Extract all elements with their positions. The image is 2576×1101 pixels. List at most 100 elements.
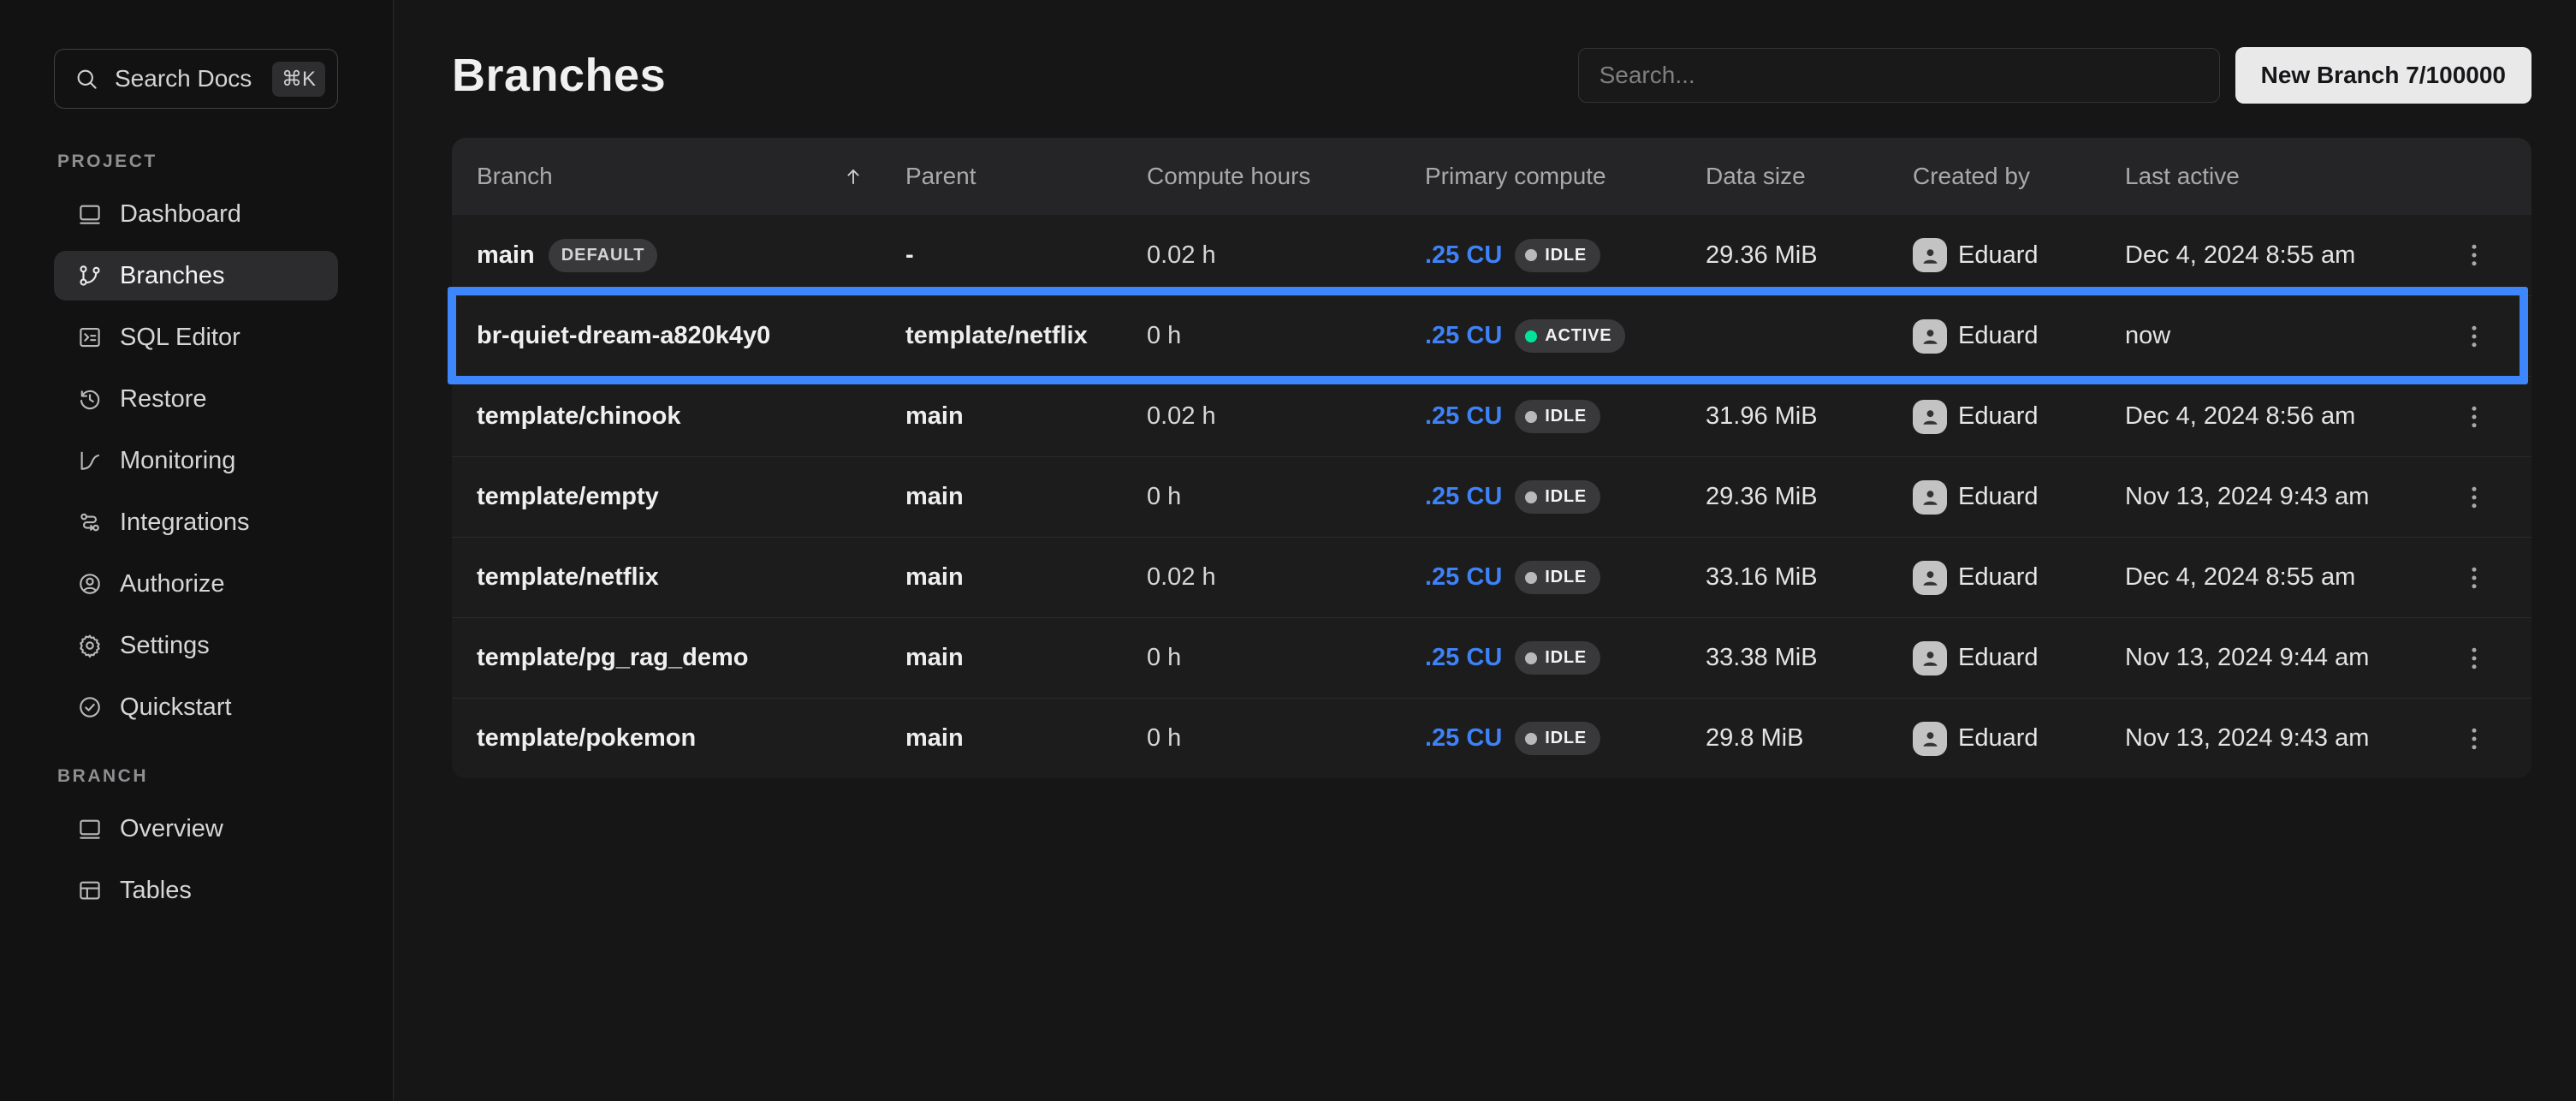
row-menu-button[interactable] — [2455, 720, 2493, 758]
created-by-name: Eduard — [1958, 241, 2039, 270]
column-header-last-active[interactable]: Last active — [2125, 163, 2416, 190]
status-label: IDLE — [1545, 246, 1587, 265]
column-header-created-by[interactable]: Created by — [1913, 163, 2125, 190]
status-badge: IDLE — [1515, 239, 1600, 272]
primary-compute-cell: .25 CU IDLE — [1425, 480, 1706, 514]
sidebar-item-integrations[interactable]: Integrations — [54, 497, 338, 547]
compute-size: .25 CU — [1425, 724, 1502, 753]
sidebar-item-label: Settings — [120, 632, 210, 660]
branch-name: main — [477, 241, 535, 270]
sidebar-item-label: Integrations — [120, 509, 250, 537]
compute-hours-cell: 0.02 h — [1147, 241, 1425, 270]
sidebar-item-label: Quickstart — [120, 693, 232, 722]
branch-name: template/pg_rag_demo — [477, 644, 748, 672]
sidebar-item-dashboard[interactable]: Dashboard — [54, 189, 338, 239]
column-header-compute-hours[interactable]: Compute hours — [1147, 163, 1425, 190]
status-badge: IDLE — [1515, 722, 1600, 755]
row-menu-button[interactable] — [2455, 398, 2493, 436]
sidebar: Search Docs ⌘K PROJECT Dashboard Branche… — [0, 0, 394, 1101]
status-badge: IDLE — [1515, 480, 1600, 514]
created-by-name: Eduard — [1958, 724, 2039, 753]
status-badge: IDLE — [1515, 400, 1600, 433]
last-active-cell: Dec 4, 2024 8:55 am — [2125, 563, 2416, 592]
branch-name: template/netflix — [477, 563, 659, 592]
compute-size: .25 CU — [1425, 483, 1502, 511]
new-branch-button[interactable]: New Branch 7/100000 — [2235, 47, 2531, 104]
created-by-cell: Eduard — [1913, 238, 2125, 272]
sidebar-item-label: Authorize — [120, 570, 225, 598]
status-badge: ACTIVE — [1515, 319, 1625, 353]
table-row[interactable]: template/pokemon main 0 h .25 CU IDLE 29… — [452, 698, 2531, 778]
avatar — [1913, 319, 1947, 354]
parent-cell: main — [905, 402, 1147, 431]
table-row[interactable]: template/netflix main 0.02 h .25 CU IDLE… — [452, 537, 2531, 617]
table-row[interactable]: main DEFAULT - 0.02 h .25 CU IDLE 29.36 … — [452, 215, 2531, 295]
data-size-cell: 29.8 MiB — [1706, 724, 1913, 753]
parent-cell: main — [905, 563, 1147, 592]
search-docs-button[interactable]: Search Docs ⌘K — [54, 49, 338, 109]
tables-icon — [77, 878, 103, 903]
data-size-cell: 29.36 MiB — [1706, 483, 1913, 511]
column-header-branch[interactable]: Branch — [477, 163, 905, 190]
status-label: IDLE — [1545, 568, 1587, 587]
column-header-data-size[interactable]: Data size — [1706, 163, 1913, 190]
sidebar-item-label: Restore — [120, 385, 207, 414]
sidebar-item-label: Overview — [120, 815, 223, 843]
parent-cell: main — [905, 644, 1147, 672]
avatar — [1913, 480, 1947, 515]
status-dot-icon — [1525, 491, 1537, 503]
status-label: ACTIVE — [1545, 326, 1611, 346]
column-header-primary-compute[interactable]: Primary compute — [1425, 163, 1706, 190]
last-active-cell: Nov 13, 2024 9:43 am — [2125, 483, 2416, 511]
compute-size: .25 CU — [1425, 322, 1502, 350]
table-row[interactable]: template/empty main 0 h .25 CU IDLE 29.3… — [452, 456, 2531, 537]
row-menu-button[interactable] — [2455, 318, 2493, 355]
sidebar-item-restore[interactable]: Restore — [54, 374, 338, 424]
sidebar-item-quickstart[interactable]: Quickstart — [54, 682, 338, 732]
sidebar-item-authorize[interactable]: Authorize — [54, 559, 338, 609]
compute-hours-cell: 0 h — [1147, 483, 1425, 511]
compute-hours-cell: 0.02 h — [1147, 563, 1425, 592]
created-by-cell: Eduard — [1913, 641, 2125, 675]
sidebar-item-label: Monitoring — [120, 447, 235, 475]
parent-cell: main — [905, 724, 1147, 753]
sidebar-section-title: BRANCH — [57, 766, 393, 787]
table-row[interactable]: br-quiet-dream-a820k4y0 template/netflix… — [452, 295, 2531, 376]
created-by-name: Eduard — [1958, 402, 2039, 431]
default-badge: DEFAULT — [549, 239, 658, 272]
created-by-cell: Eduard — [1913, 480, 2125, 515]
sidebar-item-overview[interactable]: Overview — [54, 804, 338, 854]
sidebar-item-monitoring[interactable]: Monitoring — [54, 436, 338, 485]
table-row[interactable]: template/chinook main 0.02 h .25 CU IDLE… — [452, 376, 2531, 456]
data-size-cell: 33.38 MiB — [1706, 644, 1913, 672]
branch-name: template/pokemon — [477, 724, 696, 753]
branches-search-input[interactable] — [1578, 48, 2220, 103]
sidebar-item-tables[interactable]: Tables — [54, 866, 338, 915]
row-menu-button[interactable] — [2455, 479, 2493, 516]
status-label: IDLE — [1545, 487, 1587, 507]
primary-compute-cell: .25 CU IDLE — [1425, 722, 1706, 755]
search-docs-label: Search Docs — [115, 65, 252, 92]
avatar — [1913, 561, 1947, 595]
branches-icon — [77, 263, 103, 289]
created-by-cell: Eduard — [1913, 561, 2125, 595]
sidebar-nav: PROJECT Dashboard Branches SQL Editor Re… — [0, 152, 393, 915]
row-menu-button[interactable] — [2455, 236, 2493, 274]
settings-icon — [77, 633, 103, 658]
sidebar-item-branches[interactable]: Branches — [54, 251, 338, 301]
column-header-parent[interactable]: Parent — [905, 163, 1147, 190]
created-by-cell: Eduard — [1913, 400, 2125, 434]
avatar — [1913, 238, 1947, 272]
created-by-name: Eduard — [1958, 322, 2039, 350]
integrations-icon — [77, 509, 103, 535]
row-menu-button[interactable] — [2455, 559, 2493, 597]
sidebar-item-sql-editor[interactable]: SQL Editor — [54, 312, 338, 362]
table-body: main DEFAULT - 0.02 h .25 CU IDLE 29.36 … — [452, 215, 2531, 778]
row-menu-button[interactable] — [2455, 640, 2493, 677]
compute-hours-cell: 0 h — [1147, 322, 1425, 350]
status-dot-icon — [1525, 652, 1537, 664]
table-row[interactable]: template/pg_rag_demo main 0 h .25 CU IDL… — [452, 617, 2531, 698]
branch-name: template/chinook — [477, 402, 681, 431]
data-size-cell: 33.16 MiB — [1706, 563, 1913, 592]
sidebar-item-settings[interactable]: Settings — [54, 621, 338, 670]
